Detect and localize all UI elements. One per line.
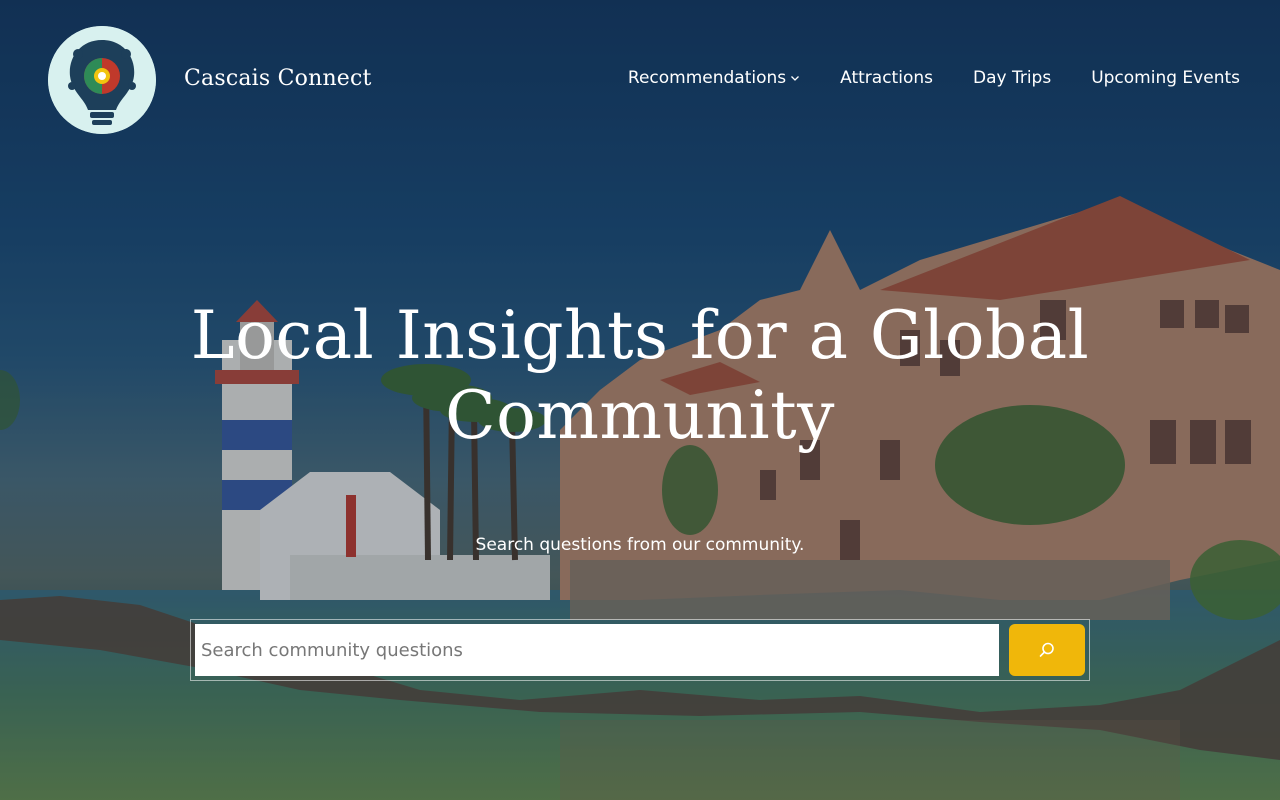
chevron-down-icon	[791, 76, 800, 81]
search-form	[190, 619, 1090, 681]
nav-item-upcoming-events[interactable]: Upcoming Events	[1091, 68, 1240, 88]
lightbulb-emblem-icon	[48, 26, 156, 134]
nav-item-label: Day Trips	[972, 68, 1052, 88]
nav-item-label: Attractions	[840, 68, 933, 88]
nav-item-recommendations[interactable]: Recommendations	[628, 68, 800, 88]
site-header: Cascais Connect Recommendations Attracti…	[0, 0, 1280, 160]
nav-item-label: Upcoming Events	[1091, 68, 1240, 88]
search-button[interactable]	[1009, 624, 1085, 676]
nav-item-day-trips[interactable]: Day Trips	[973, 68, 1051, 88]
hero-headline: Local Insights for a Global Community	[190, 297, 1090, 454]
search-icon	[1039, 642, 1054, 657]
site-logo[interactable]	[48, 26, 156, 134]
nav-item-label: Recommendations	[627, 68, 787, 88]
search-input[interactable]	[195, 624, 999, 676]
hero-section: Cascais Connect Recommendations Attracti…	[0, 0, 1280, 800]
site-title[interactable]: Cascais Connect	[184, 66, 372, 91]
hero-subtext: Search questions from our community.	[475, 535, 805, 555]
main-nav: Recommendations Attractions Day Trips Up…	[628, 68, 1240, 88]
nav-item-attractions[interactable]: Attractions	[840, 68, 933, 88]
